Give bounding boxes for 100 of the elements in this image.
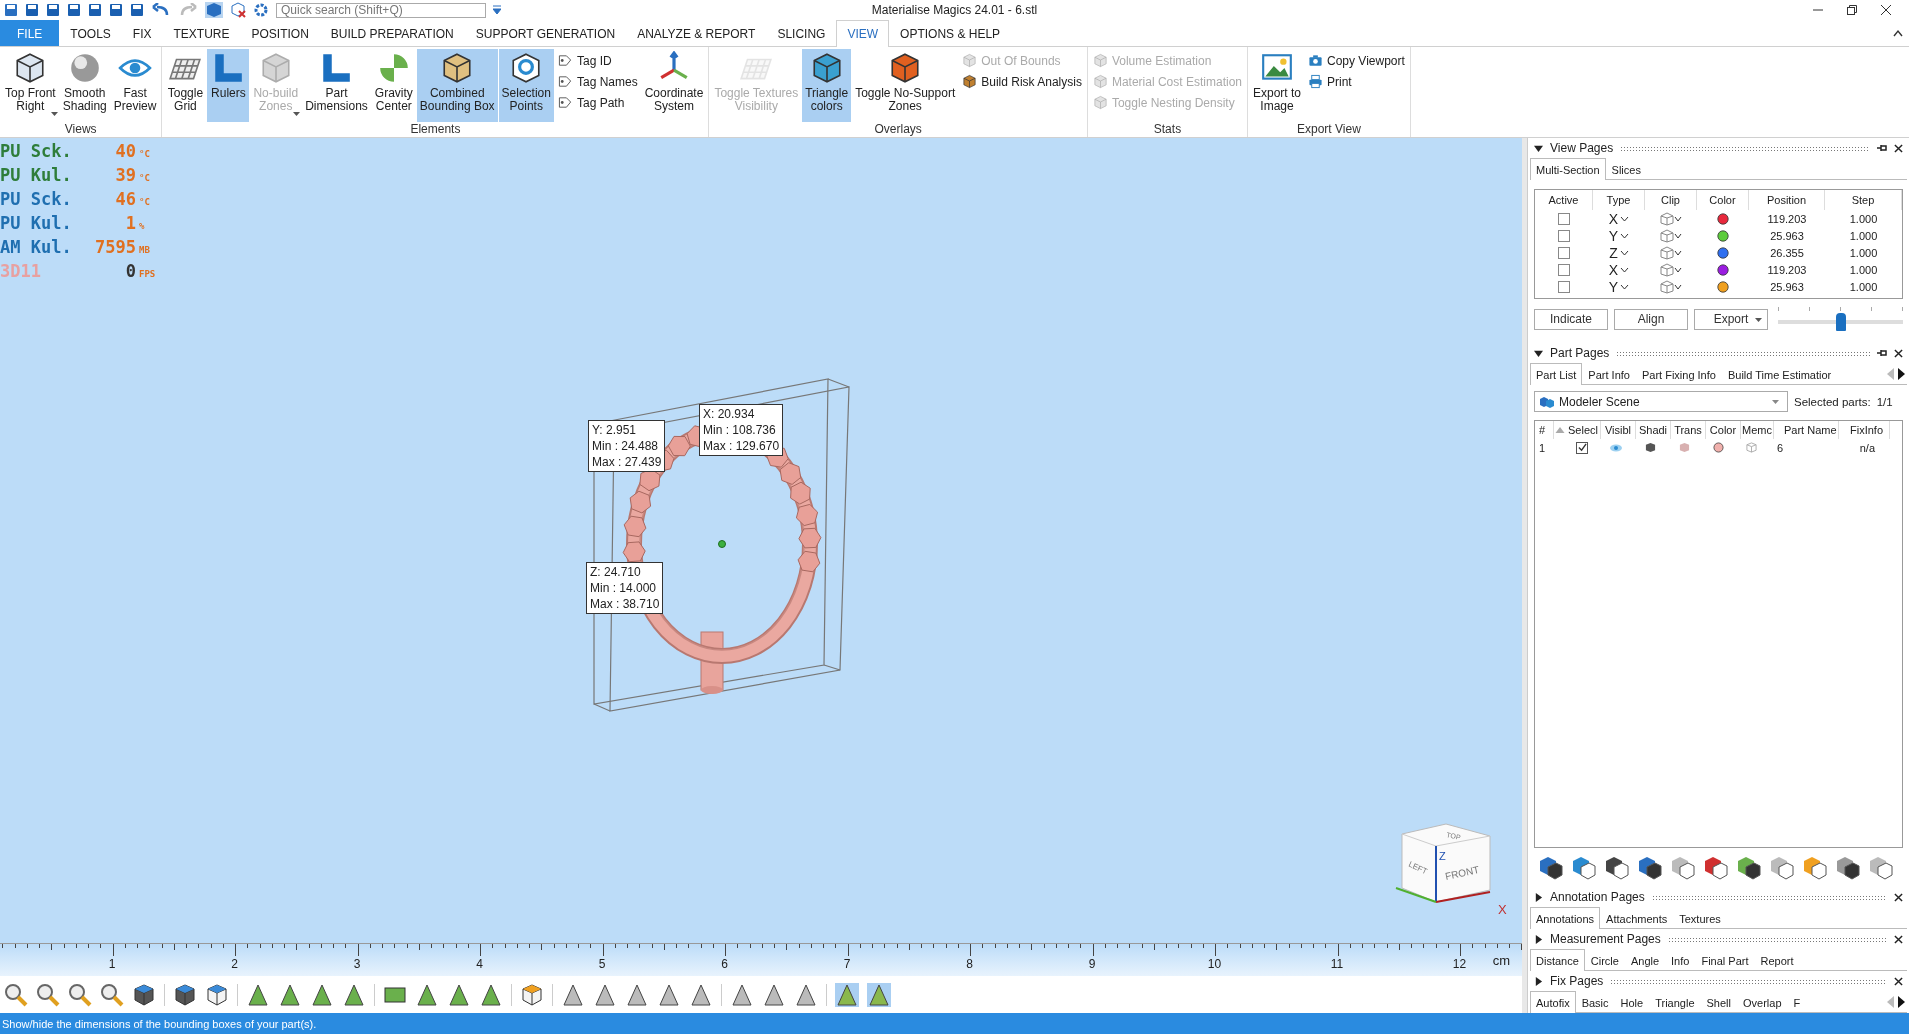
- close-icon[interactable]: [1894, 892, 1903, 902]
- column-header[interactable]: Clip: [1645, 190, 1697, 210]
- ribbon-button[interactable]: Fast Preview: [110, 49, 160, 122]
- clip-cube-icon[interactable]: [1659, 211, 1683, 226]
- pane-tab[interactable]: Final Part: [1695, 950, 1755, 970]
- pane-tab[interactable]: F: [1787, 992, 1807, 1012]
- scroll-right-icon[interactable]: [1897, 368, 1906, 380]
- pane-tab[interactable]: Part Info: [1582, 364, 1636, 384]
- scroll-right-icon[interactable]: [1897, 996, 1906, 1008]
- expand-arrow-icon[interactable]: [1534, 934, 1543, 944]
- ribbon-button[interactable]: Rulers: [207, 49, 250, 122]
- clip-cube-icon[interactable]: [1659, 245, 1683, 260]
- triangle-icon[interactable]: [479, 982, 503, 1007]
- triangle-icon[interactable]: [794, 982, 818, 1007]
- pane-tab[interactable]: Part Fixing Info: [1635, 364, 1722, 384]
- save-icon[interactable]: [88, 3, 102, 17]
- column-header[interactable]: Active: [1535, 190, 1593, 210]
- triangle-icon[interactable]: [835, 982, 859, 1007]
- pin-icon[interactable]: [1877, 348, 1887, 358]
- restore-icon[interactable]: [1847, 5, 1857, 15]
- pane-button[interactable]: Export: [1694, 308, 1768, 330]
- ribbon-button[interactable]: Toggle Grid: [164, 49, 207, 122]
- pane-tab[interactable]: Overlap: [1737, 992, 1788, 1012]
- pane-tab[interactable]: Slices: [1605, 159, 1647, 179]
- checkbox[interactable]: [1558, 280, 1570, 293]
- pane-tab[interactable]: Annotations: [1530, 907, 1601, 929]
- triangle-icon[interactable]: [867, 982, 891, 1007]
- axis-dropdown[interactable]: Y: [1608, 227, 1630, 244]
- undo-icon[interactable]: [151, 3, 171, 17]
- color-dot[interactable]: [1717, 229, 1729, 242]
- save-icon[interactable]: [130, 3, 144, 17]
- clip-cube-icon[interactable]: [1659, 262, 1683, 277]
- ribbon-button[interactable]: Top Front Right: [2, 49, 59, 122]
- save-icon[interactable]: [67, 3, 81, 17]
- triangle-icon[interactable]: [310, 982, 334, 1007]
- pane-tab[interactable]: Info: [1665, 950, 1696, 970]
- column-header[interactable]: Color: [1697, 190, 1749, 210]
- triangle-icon[interactable]: [278, 982, 302, 1007]
- save-icon[interactable]: [4, 3, 18, 17]
- zoom-icon[interactable]: [68, 982, 92, 1007]
- ribbon-button[interactable]: Build Risk Analysis: [959, 73, 1085, 90]
- pane-tab[interactable]: Multi-Section: [1530, 158, 1606, 180]
- slider-thumb[interactable]: [1835, 313, 1846, 331]
- save-icon[interactable]: [25, 3, 39, 17]
- color-dot[interactable]: [1717, 280, 1729, 293]
- column-header[interactable]: Part Name: [1774, 421, 1839, 439]
- ribbon-button[interactable]: Toggle No-Support Zones: [852, 49, 959, 122]
- clip-cube-icon[interactable]: [1659, 279, 1683, 294]
- axis-dropdown[interactable]: X: [1608, 210, 1630, 227]
- expand-arrow-icon[interactable]: [1534, 976, 1543, 986]
- triangle-icon[interactable]: [415, 982, 439, 1007]
- close-icon[interactable]: [1894, 934, 1903, 944]
- triangle-icon[interactable]: [342, 982, 366, 1007]
- view-cube-drawing[interactable]: [1395, 823, 1491, 903]
- ribbon-button[interactable]: Combined Bounding Box: [416, 49, 498, 122]
- column-header[interactable]: Trans: [1671, 421, 1706, 439]
- pane-tab[interactable]: Circle: [1584, 950, 1625, 970]
- pane-tab[interactable]: Report: [1754, 950, 1800, 970]
- column-header[interactable]: FixInfo: [1839, 421, 1890, 439]
- ribbon-button[interactable]: Export to Image: [1250, 49, 1304, 122]
- pane-tab[interactable]: Angle: [1624, 950, 1666, 970]
- expand-arrow-icon[interactable]: [1534, 892, 1543, 902]
- pin-icon[interactable]: [1877, 143, 1887, 153]
- close-icon[interactable]: [1894, 976, 1903, 986]
- column-header[interactable]: Memc: [1741, 421, 1774, 439]
- column-header[interactable]: #: [1535, 421, 1554, 439]
- triangle-icon[interactable]: [689, 982, 713, 1007]
- save-icon[interactable]: [109, 3, 123, 17]
- color-dot[interactable]: [1717, 246, 1729, 259]
- checkbox[interactable]: [1558, 229, 1570, 242]
- triangle-icon[interactable]: [246, 982, 270, 1007]
- expand-arrow-icon[interactable]: [1534, 348, 1543, 358]
- color-dot[interactable]: [1717, 212, 1729, 225]
- cube-icon[interactable]: [520, 982, 544, 1007]
- pane-tab[interactable]: Part List: [1530, 363, 1583, 385]
- pane-tab[interactable]: Distance: [1530, 949, 1585, 971]
- axis-dropdown[interactable]: X: [1608, 261, 1630, 278]
- column-header[interactable]: Step: [1825, 190, 1902, 210]
- clip-cube-icon[interactable]: [1659, 228, 1683, 243]
- color-dot[interactable]: [1717, 263, 1729, 276]
- ribbon-button[interactable]: Tag Path: [554, 94, 641, 111]
- axis-dropdown[interactable]: Z: [1609, 244, 1629, 261]
- triangle-icon[interactable]: [561, 982, 585, 1007]
- triangle-icon[interactable]: [593, 982, 617, 1007]
- ribbon-button[interactable]: Gravity Center: [371, 49, 416, 122]
- column-header[interactable]: Selecl: [1566, 421, 1601, 439]
- pane-tab[interactable]: Triangle: [1649, 992, 1701, 1012]
- cube-icon[interactable]: [132, 982, 156, 1007]
- pane-button[interactable]: Indicate: [1534, 308, 1608, 330]
- triangle-icon[interactable]: [447, 982, 471, 1007]
- pane-tab[interactable]: Textures: [1673, 908, 1727, 928]
- pane-tab[interactable]: Attachments: [1600, 908, 1674, 928]
- column-header[interactable]: Position: [1749, 190, 1825, 210]
- column-header[interactable]: Type: [1593, 190, 1645, 210]
- cube-icon[interactable]: [173, 982, 197, 1007]
- delete-cube-icon[interactable]: [230, 2, 246, 18]
- expand-arrow-icon[interactable]: [1534, 143, 1543, 153]
- caret-icon[interactable]: [493, 5, 501, 15]
- zoom-icon[interactable]: [100, 982, 124, 1007]
- collapse-ribbon-icon[interactable]: [1893, 29, 1903, 37]
